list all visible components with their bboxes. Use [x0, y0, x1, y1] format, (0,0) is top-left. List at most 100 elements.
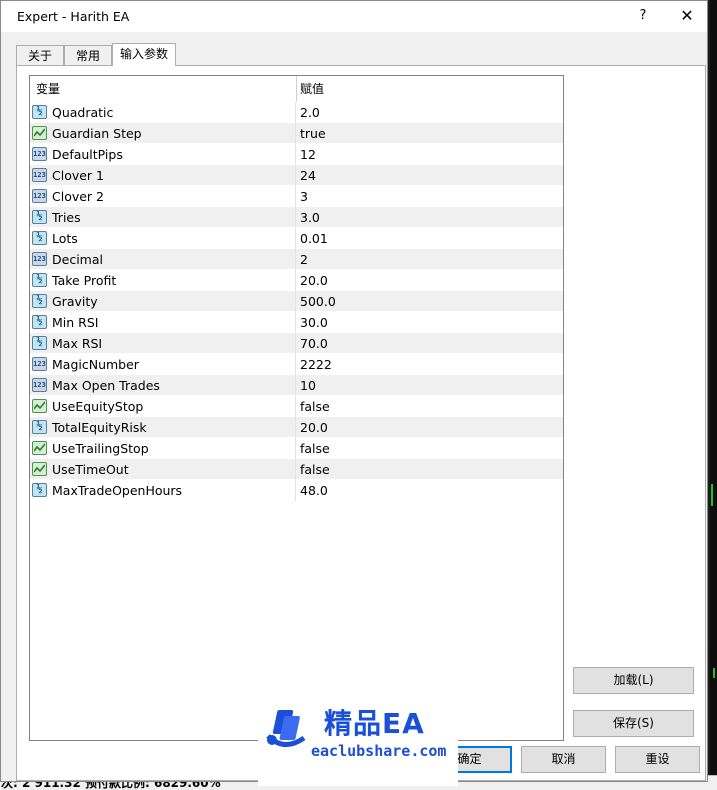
parameter-name: Min RSI — [52, 315, 99, 330]
parameter-value[interactable]: 3 — [300, 186, 308, 207]
column-separator — [295, 207, 296, 228]
expert-properties-dialog: Expert - Harith EA ? ✕ 关于 常用 输入参数 变量 赋值 … — [0, 0, 708, 782]
column-separator — [295, 165, 296, 186]
parameter-value[interactable]: 20.0 — [300, 417, 328, 438]
parameter-value[interactable]: 2222 — [300, 354, 332, 375]
parameter-value[interactable]: false — [300, 396, 330, 417]
table-row[interactable]: UseTimeOut false — [30, 459, 563, 480]
boolean-icon — [32, 441, 47, 455]
table-row[interactable]: UseTrailingStop false — [30, 438, 563, 459]
parameter-name: Take Profit — [52, 273, 117, 288]
parameter-value[interactable]: 70.0 — [300, 333, 328, 354]
table-row[interactable]: ½ Tries 3.0 — [30, 207, 563, 228]
header-variable[interactable]: 变量 — [36, 76, 60, 102]
watermark-logo-icon — [266, 710, 306, 747]
fraction-icon: ½ — [32, 483, 47, 497]
parameter-name: Max RSI — [52, 336, 103, 351]
header-value[interactable]: 赋值 — [300, 76, 324, 102]
table-row[interactable]: ½ Min RSI 30.0 — [30, 312, 563, 333]
table-header: 变量 赋值 — [30, 76, 563, 103]
column-separator — [295, 270, 296, 291]
table-row[interactable]: 123 Decimal 2 — [30, 249, 563, 270]
parameter-value[interactable]: 12 — [300, 144, 316, 165]
help-button[interactable]: ? — [633, 6, 653, 26]
parameter-name: MagicNumber — [52, 357, 139, 372]
watermark: 精品EA eaclubshare.com — [258, 694, 458, 786]
tab-common[interactable]: 常用 — [64, 45, 112, 65]
parameter-value[interactable]: 24 — [300, 165, 316, 186]
parameter-value[interactable]: 0.01 — [300, 228, 328, 249]
column-separator — [295, 291, 296, 312]
column-separator — [295, 102, 296, 123]
table-row[interactable]: ½ Gravity 500.0 — [30, 291, 563, 312]
table-row[interactable]: 123 Clover 1 24 — [30, 165, 563, 186]
window-title: Expert - Harith EA — [17, 9, 130, 24]
integer-icon: 123 — [32, 189, 47, 203]
fraction-icon: ½ — [32, 273, 47, 287]
integer-icon: 123 — [32, 252, 47, 266]
load-button[interactable]: 加载(L) — [573, 667, 694, 694]
parameter-name: Decimal — [52, 252, 103, 267]
table-row[interactable]: ½ Quadratic 2.0 — [30, 102, 563, 123]
parameters-table[interactable]: 变量 赋值 ½ Quadratic 2.0 Guardian Step true 123 D… — [29, 75, 564, 741]
table-row[interactable]: 123 MagicNumber 2222 — [30, 354, 563, 375]
fraction-icon: ½ — [32, 336, 47, 350]
table-row[interactable]: Guardian Step true — [30, 123, 563, 144]
parameter-value[interactable]: 10 — [300, 375, 316, 396]
chart-candle — [711, 484, 713, 506]
cancel-button[interactable]: 取消 — [521, 746, 606, 773]
parameter-name: Clover 2 — [52, 189, 105, 204]
column-separator — [295, 249, 296, 270]
parameter-name: UseTrailingStop — [52, 441, 149, 456]
parameter-name: Quadratic — [52, 105, 114, 120]
reset-button[interactable]: 重设 — [615, 746, 700, 773]
parameter-value[interactable]: 3.0 — [300, 207, 320, 228]
table-row[interactable]: 123 Clover 2 3 — [30, 186, 563, 207]
save-button[interactable]: 保存(S) — [573, 710, 694, 737]
fraction-icon: ½ — [32, 231, 47, 245]
parameter-value[interactable]: 2.0 — [300, 102, 320, 123]
parameter-name: Tries — [52, 210, 81, 225]
title-bar[interactable]: Expert - Harith EA ? ✕ — [1, 1, 707, 32]
column-separator — [295, 396, 296, 417]
header-separator[interactable] — [296, 76, 297, 102]
column-separator — [295, 123, 296, 144]
parameter-value[interactable]: 30.0 — [300, 312, 328, 333]
boolean-icon — [32, 462, 47, 476]
column-separator — [295, 312, 296, 333]
integer-icon: 123 — [32, 378, 47, 392]
table-row[interactable]: ½ Max RSI 70.0 — [30, 333, 563, 354]
watermark-title: 精品EA — [324, 707, 425, 740]
parameter-name: Guardian Step — [52, 126, 142, 141]
column-separator — [295, 459, 296, 480]
parameter-value[interactable]: 2 — [300, 249, 308, 270]
table-row[interactable]: UseEquityStop false — [30, 396, 563, 417]
fraction-icon: ½ — [32, 420, 47, 434]
parameter-value[interactable]: 500.0 — [300, 291, 336, 312]
parameter-name: DefaultPips — [52, 147, 123, 162]
parameter-value[interactable]: false — [300, 459, 330, 480]
table-row[interactable]: ½ Take Profit 20.0 — [30, 270, 563, 291]
table-row[interactable]: ½ TotalEquityRisk 20.0 — [30, 417, 563, 438]
table-row[interactable]: ½ Lots 0.01 — [30, 228, 563, 249]
integer-icon: 123 — [32, 168, 47, 182]
table-row[interactable]: ½ MaxTradeOpenHours 48.0 — [30, 480, 563, 501]
parameter-value[interactable]: 48.0 — [300, 480, 328, 501]
chart-candle — [713, 668, 715, 678]
parameter-value[interactable]: false — [300, 438, 330, 459]
fraction-icon: ½ — [32, 315, 47, 329]
table-row[interactable]: 123 Max Open Trades 10 — [30, 375, 563, 396]
table-row[interactable]: 123 DefaultPips 12 — [30, 144, 563, 165]
integer-icon: 123 — [32, 147, 47, 161]
parameter-value[interactable]: true — [300, 123, 326, 144]
boolean-icon — [32, 126, 47, 140]
column-separator — [295, 375, 296, 396]
parameter-value[interactable]: 20.0 — [300, 270, 328, 291]
tab-inputs[interactable]: 输入参数 — [112, 43, 176, 66]
column-separator — [295, 144, 296, 165]
parameter-name: Max Open Trades — [52, 378, 160, 393]
tab-about[interactable]: 关于 — [16, 45, 64, 65]
close-button[interactable]: ✕ — [673, 5, 701, 27]
watermark-subtitle: eaclubshare.com — [311, 742, 447, 760]
fraction-icon: ½ — [32, 210, 47, 224]
